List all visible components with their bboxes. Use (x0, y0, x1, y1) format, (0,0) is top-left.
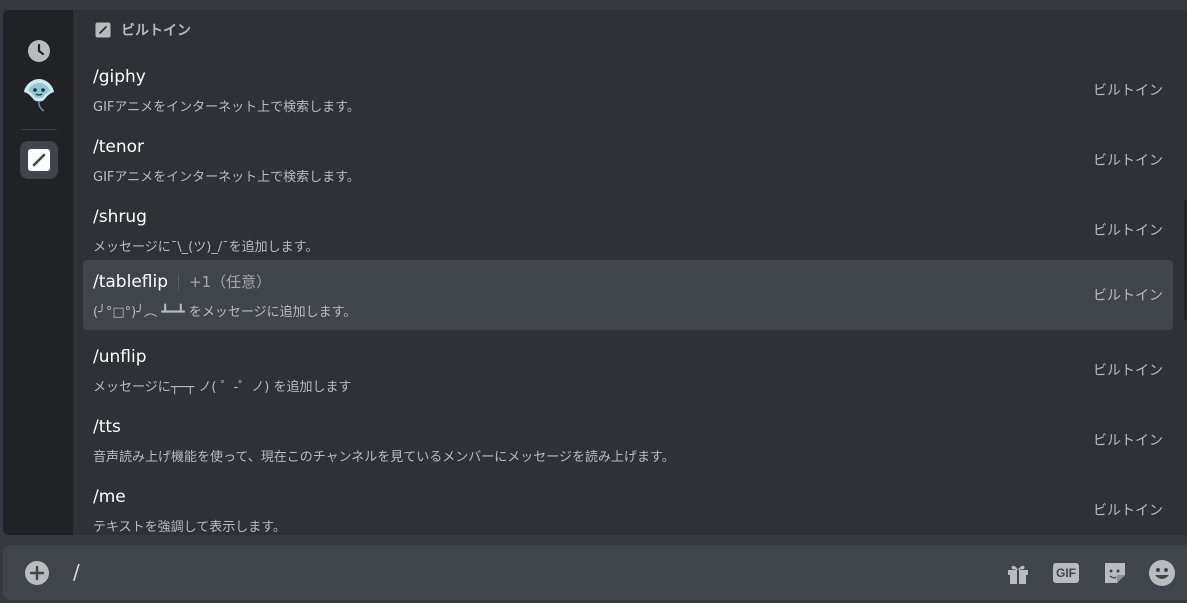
command-description: 音声読み上げ機能を使って、現在このチャンネルを見ているメンバーにメッセージを読み… (93, 450, 675, 465)
section-title: ビルトイン (121, 23, 191, 39)
bot-avatar-icon (24, 79, 54, 112)
command-name: /giphy (93, 67, 146, 87)
command-description: メッセージに¯\_(ツ)_/¯を追加します。 (93, 240, 319, 255)
emoji-icon (1149, 560, 1175, 586)
command-row-shrug[interactable]: /shrug メッセージに¯\_(ツ)_/¯を追加します。 ビルトイン (83, 195, 1173, 265)
gif-icon: GIF (1053, 563, 1079, 583)
bot-commands-button[interactable] (20, 76, 58, 114)
plus-circle-icon (25, 561, 49, 585)
builtin-slash-icon (28, 149, 50, 171)
command-row-tableflip[interactable]: /tableflip +1（任意） (╯°□°)╯︵ ┻━┻ をメッセージに追加… (83, 260, 1173, 330)
command-source: ビルトイン (1093, 83, 1163, 99)
builtin-commands-button[interactable] (20, 141, 58, 179)
message-input[interactable]: / (73, 560, 80, 584)
gif-button[interactable]: GIF (1051, 558, 1081, 588)
command-source: ビルトイン (1093, 433, 1163, 449)
upload-button[interactable] (25, 561, 49, 585)
command-name: /tts (93, 417, 121, 437)
sticker-icon (1105, 563, 1125, 583)
emoji-button[interactable] (1147, 558, 1177, 588)
command-category-rail (3, 10, 73, 535)
command-description: メッセージに┬─┬ ノ( ゜-゜ノ) を追加します (93, 380, 352, 395)
command-description: (╯°□°)╯︵ ┻━┻ をメッセージに追加します。 (93, 305, 357, 320)
command-source: ビルトイン (1093, 503, 1163, 519)
command-name: /tenor (93, 137, 145, 157)
command-row-me[interactable]: /me テキストを強調して表示します。 ビルトイン (83, 475, 1173, 535)
command-row-giphy[interactable]: /giphy GIFアニメをインターネット上で検索します。 ビルトイン (83, 55, 1173, 125)
command-source: ビルトイン (1093, 363, 1163, 379)
command-name: /tableflip (93, 272, 169, 292)
command-row-tts[interactable]: /tts 音声読み上げ機能を使って、現在このチャンネルを見ているメンバーにメッセ… (83, 405, 1173, 475)
command-name: /unflip (93, 347, 147, 367)
command-source: ビルトイン (1093, 153, 1163, 169)
command-description: テキストを強調して表示します。 (93, 520, 286, 535)
command-name: /me (93, 487, 126, 507)
builtin-section-icon (95, 22, 111, 38)
command-row-tenor[interactable]: /tenor GIFアニメをインターネット上で検索します。 ビルトイン (83, 125, 1173, 195)
command-description: GIFアニメをインターネット上で検索します。 (93, 100, 360, 115)
clock-icon (28, 40, 50, 62)
gift-button[interactable] (1003, 558, 1033, 588)
command-source: ビルトイン (1093, 223, 1163, 239)
command-source: ビルトイン (1093, 288, 1163, 304)
gift-icon (1008, 565, 1028, 584)
command-description: GIFアニメをインターネット上で検索します。 (93, 170, 360, 185)
section-header: ビルトイン (95, 20, 191, 40)
sticker-button[interactable] (1100, 558, 1130, 588)
command-row-unflip[interactable]: /unflip メッセージに┬─┬ ノ( ゜-゜ノ) を追加します ビルトイン (83, 335, 1173, 405)
slash-command-popup: ビルトイン /giphy GIFアニメをインターネット上で検索します。 ビルトイ… (3, 10, 1187, 535)
command-list: ビルトイン /giphy GIFアニメをインターネット上で検索します。 ビルトイ… (83, 10, 1187, 535)
command-name: /shrug (93, 207, 147, 227)
background-header (0, 0, 1187, 10)
rail-divider (21, 129, 57, 130)
command-option: +1（任意） (178, 274, 271, 290)
recent-commands-button[interactable] (20, 32, 58, 70)
message-composer: / GIF (3, 545, 1187, 600)
